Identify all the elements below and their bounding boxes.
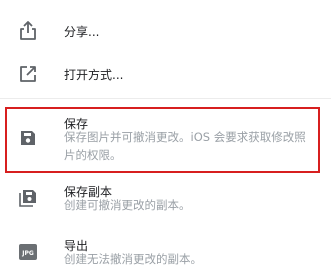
- save-copy-description: 创建可撤消更改的副本。: [64, 198, 191, 212]
- menu-divider: [0, 98, 331, 99]
- menu-item-share[interactable]: 分享...: [0, 10, 331, 52]
- export-description: 创建无法撤消更改的副本。: [64, 252, 202, 266]
- menu-item-open-with[interactable]: 打开方式...: [0, 54, 331, 96]
- svg-text:JPG: JPG: [21, 250, 34, 257]
- menu-item-export[interactable]: JPG 导出 创建无法撤消更改的副本。: [0, 230, 331, 276]
- floppy-disk-copy-icon: [18, 188, 38, 208]
- export-menu: 分享... 打开方式... 保存 保存图片并可撤消更改。iOS 会要求获取修改照…: [0, 0, 331, 280]
- menu-item-save-copy[interactable]: 保存副本 创建可撤消更改的副本。: [0, 176, 331, 222]
- share-icon: [18, 21, 38, 41]
- share-label: 分享...: [64, 25, 100, 39]
- open-external-icon: [18, 64, 38, 84]
- save-highlight-box: [5, 107, 320, 173]
- jpg-file-icon: JPG: [18, 242, 38, 262]
- open-with-label: 打开方式...: [64, 68, 124, 82]
